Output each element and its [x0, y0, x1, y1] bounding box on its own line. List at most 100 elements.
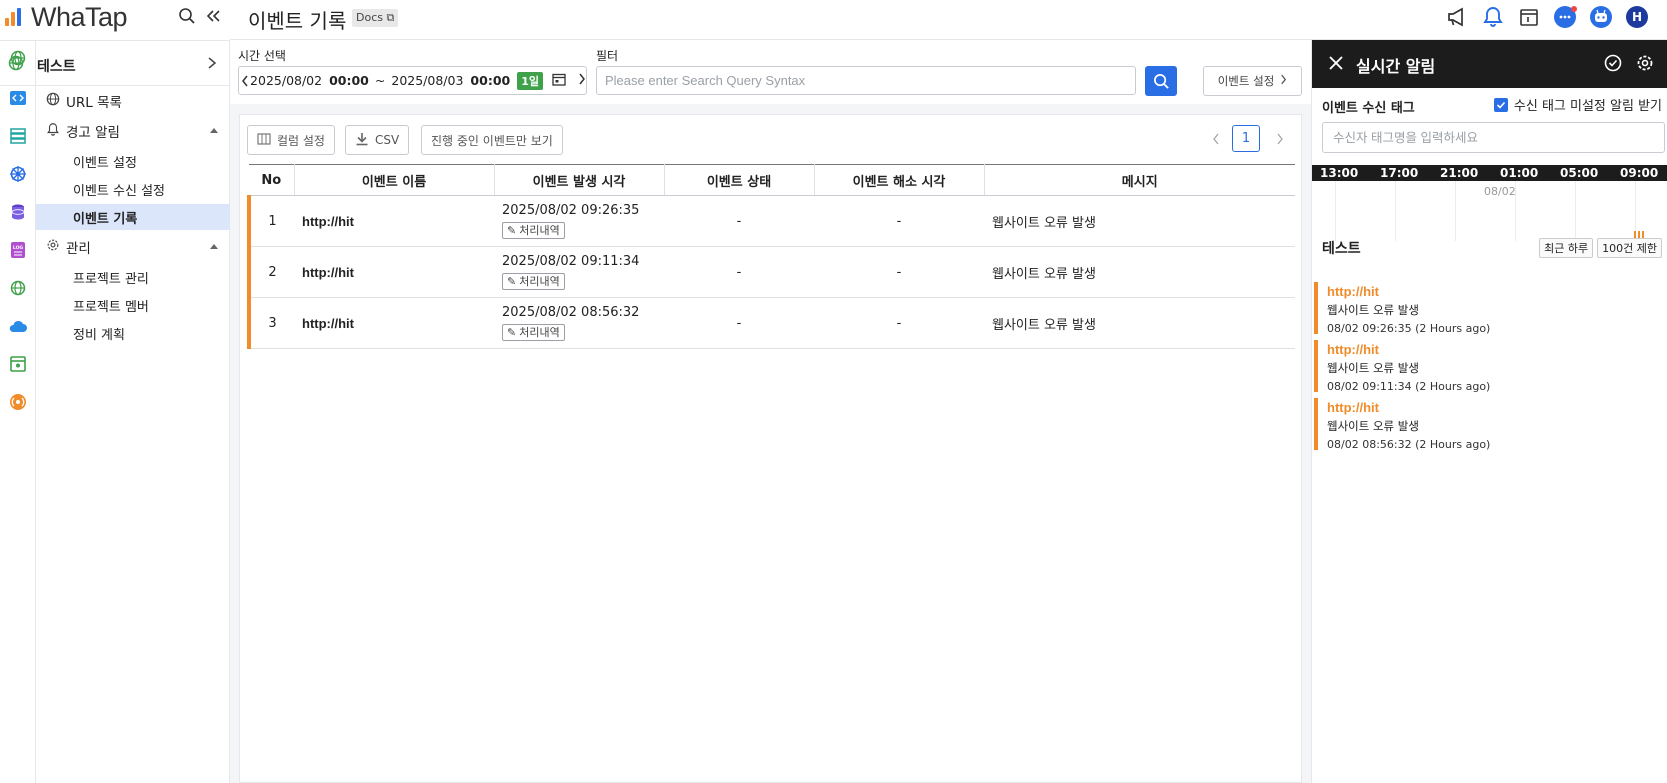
column-header-message[interactable]: 메시지 — [984, 164, 1295, 196]
recent-day-button[interactable]: 최근 하루 — [1539, 238, 1594, 258]
sidebar-item-event-history[interactable]: 이벤트 기록 — [36, 204, 230, 230]
kubernetes-icon[interactable] — [8, 164, 28, 184]
untagged-alert-checkbox[interactable]: 수신 태그 미설정 알림 받기 — [1493, 95, 1662, 114]
alert-card[interactable]: http://hit 웹사이트 오류 발생 08/02 09:11:34 (2 … — [1314, 340, 1659, 393]
event-history-panel: 컬럼 설정 CSV 진행 중인 이벤트만 보기 1 No 이벤트 이름 이벤트 … — [239, 114, 1302, 783]
close-icon[interactable] — [1328, 55, 1344, 75]
broadcast-icon[interactable] — [8, 392, 28, 412]
process-history-button[interactable]: ✎ 처리내역 — [502, 222, 565, 240]
timeline-tick: 05:00 — [1560, 166, 1599, 180]
alert-message: 웹사이트 오류 발생 — [1327, 361, 1419, 375]
alert-card[interactable]: http://hit 웹사이트 오류 발생 08/02 08:56:32 (2 … — [1314, 398, 1659, 451]
column-header-event-name[interactable]: 이벤트 이름 — [294, 164, 495, 196]
edit-icon: ✎ — [507, 274, 517, 288]
log-icon[interactable]: LOG — [8, 240, 28, 260]
column-settings-button[interactable]: 컬럼 설정 — [247, 125, 335, 155]
project-name: 테스트 — [37, 59, 76, 75]
collapse-sidebar-icon[interactable] — [204, 7, 222, 29]
csv-download-button[interactable]: CSV — [345, 125, 410, 155]
checkbox-checked-icon[interactable] — [1493, 97, 1508, 112]
table-row[interactable]: 2 http://hit 2025/08/02 09:11:34 ✎ 처리내역 -… — [247, 246, 1295, 298]
sidebar-item-project-members[interactable]: 프로젝트 멤버 — [36, 292, 230, 318]
logo-text: WhaTap — [31, 2, 128, 32]
check-circle-icon[interactable] — [1604, 54, 1622, 76]
process-history-button[interactable]: ✎ 처리내역 — [502, 273, 565, 291]
filter-query-input[interactable] — [596, 66, 1136, 95]
sidebar-item-management[interactable]: 관리 — [36, 234, 230, 260]
table-row[interactable]: 3 http://hit 2025/08/02 08:56:32 ✎ 처리내역 -… — [247, 297, 1295, 349]
browser-icon[interactable] — [8, 354, 28, 374]
table-header-row: No 이벤트 이름 이벤트 발생 시각 이벤트 상태 이벤트 해소 시각 메시지 — [249, 164, 1295, 196]
sidebar-item-label: 경고 알림 — [66, 125, 120, 141]
process-history-button[interactable]: ✎ 처리내역 — [502, 324, 565, 342]
chevron-right-icon — [1280, 74, 1287, 88]
sidebar-item-maintenance-plan[interactable]: 정비 계획 — [36, 320, 230, 346]
gear-icon[interactable] — [1636, 54, 1654, 76]
search-icon — [1153, 73, 1169, 89]
bell-icon[interactable] — [1481, 5, 1505, 29]
timeline-tick: 13:00 — [1320, 166, 1359, 180]
notification-dot — [1571, 6, 1577, 12]
table-row[interactable]: 1 http://hit 2025/08/02 09:26:35 ✎ 처리내역 -… — [247, 195, 1295, 247]
sidebar-item-url-list[interactable]: URL 목록 — [36, 88, 230, 114]
url-globe-icon[interactable] — [8, 278, 28, 298]
chat-icon[interactable] — [1553, 5, 1577, 29]
ongoing-only-button[interactable]: 진행 중인 이벤트만 보기 — [421, 125, 563, 155]
range-separator: ~ — [374, 73, 386, 88]
sidebar-item-event-receive-settings[interactable]: 이벤트 수신 설정 — [36, 176, 230, 202]
row-message: 웹사이트 오류 발생 — [984, 297, 1295, 349]
columns-icon — [257, 132, 271, 148]
database-icon[interactable] — [8, 202, 28, 222]
alert-time: 08/02 08:56:32 (2 Hours ago) — [1327, 438, 1491, 451]
search-button[interactable] — [1145, 66, 1177, 96]
alert-message: 웹사이트 오류 발생 — [1327, 419, 1419, 433]
column-header-event-status[interactable]: 이벤트 상태 — [664, 164, 815, 196]
row-resolved-time: - — [814, 195, 984, 247]
chevron-right-icon[interactable] — [1260, 133, 1300, 145]
megaphone-icon[interactable] — [1445, 5, 1469, 29]
gear-icon — [46, 238, 60, 256]
time-range-picker[interactable]: 2025/08/02 00:00 ~ 2025/08/03 00:00 1일 — [238, 66, 587, 95]
page-number-current[interactable]: 1 — [1232, 125, 1260, 152]
chevron-left-icon[interactable] — [239, 75, 250, 87]
row-event-name[interactable]: http://hit — [294, 246, 494, 298]
realtime-alerts-panel: 실시간 알림 이벤트 수신 태그 수신 태그 미설정 알림 받기 13:00 1… — [1311, 40, 1667, 783]
user-avatar[interactable]: H — [1625, 5, 1649, 29]
sidebar-item-label: 정비 계획 — [73, 327, 125, 343]
sidebar-item-event-settings[interactable]: 이벤트 설정 — [36, 148, 230, 174]
event-settings-button[interactable]: 이벤트 설정 — [1203, 66, 1302, 96]
search-icon[interactable] — [178, 7, 196, 29]
row-event-name[interactable]: http://hit — [294, 195, 494, 247]
alert-message: 웹사이트 오류 발생 — [1327, 303, 1419, 317]
limit-100-button[interactable]: 100건 제한 — [1597, 238, 1662, 258]
alert-card[interactable]: http://hit 웹사이트 오류 발생 08/02 09:26:35 (2 … — [1314, 282, 1659, 335]
chevron-left-icon[interactable] — [1200, 133, 1232, 145]
alert-title: http://hit — [1327, 400, 1379, 415]
process-history-label: 처리내역 — [519, 325, 560, 339]
code-icon[interactable] — [8, 88, 28, 108]
docs-link[interactable]: Docs ⧉ — [352, 9, 399, 27]
project-selector[interactable]: 테스트 — [0, 40, 230, 86]
cloud-icon[interactable] — [8, 316, 28, 336]
column-header-no[interactable]: No — [249, 164, 295, 196]
row-event-time-cell: 2025/08/02 09:11:34 ✎ 처리내역 — [494, 246, 664, 298]
start-date: 2025/08/02 — [250, 73, 323, 88]
sidebar-item-project-management[interactable]: 프로젝트 관리 — [36, 264, 230, 290]
row-event-name[interactable]: http://hit — [294, 297, 494, 349]
row-event-time: 2025/08/02 09:26:35 — [502, 203, 640, 219]
column-header-event-time[interactable]: 이벤트 발생 시각 — [494, 164, 665, 196]
calendar-icon[interactable] — [552, 73, 566, 89]
process-history-label: 처리내역 — [519, 274, 560, 288]
column-header-resolved-time[interactable]: 이벤트 해소 시각 — [814, 164, 985, 196]
chevron-right-icon[interactable] — [578, 73, 586, 88]
start-time: 00:00 — [329, 73, 369, 88]
server-icon[interactable] — [8, 126, 28, 146]
row-event-status: - — [664, 246, 814, 298]
calendar-box-icon[interactable] — [1517, 5, 1541, 29]
receiver-tag-input[interactable] — [1322, 122, 1665, 153]
timeline-tick: 09:00 — [1620, 166, 1659, 180]
sidebar-item-alerts[interactable]: 경고 알림 — [36, 118, 230, 144]
sidebar-item-label: 이벤트 기록 — [73, 211, 138, 227]
row-event-time: 2025/08/02 08:56:32 — [502, 305, 640, 321]
bot-icon[interactable] — [1589, 5, 1613, 29]
